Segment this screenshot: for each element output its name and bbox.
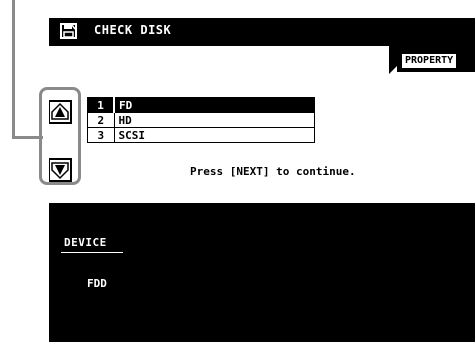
device-row-fd[interactable]: 1 FD xyxy=(87,97,315,113)
callout-highlight xyxy=(39,87,81,185)
device-number: 1 xyxy=(87,97,115,113)
lcd-screen: CHECK DISK PROPERTY 1 FD 2 HD 3 SCSI Pre… xyxy=(49,18,475,342)
device-name: SCSI xyxy=(113,127,315,143)
device-name: FD xyxy=(113,97,315,113)
device-number: 3 xyxy=(87,127,115,143)
device-name: HD xyxy=(113,112,315,128)
device-value: FDD xyxy=(87,277,107,290)
triangle-right-icon xyxy=(468,54,475,66)
device-label: DEVICE xyxy=(61,236,123,253)
tab-property[interactable]: PROPERTY xyxy=(400,52,459,70)
device-number: 2 xyxy=(87,112,115,128)
continue-hint: Press [NEXT] to continue. xyxy=(190,165,356,178)
disk-icon xyxy=(60,23,77,39)
callout-line-vertical xyxy=(12,0,15,139)
title-bar: CHECK DISK xyxy=(49,18,475,44)
screen-title: CHECK DISK xyxy=(94,23,172,37)
device-row-scsi[interactable]: 3 SCSI xyxy=(87,127,315,143)
device-list: 1 FD 2 HD 3 SCSI xyxy=(87,97,315,143)
property-panel xyxy=(397,72,475,203)
device-row-hd[interactable]: 2 HD xyxy=(87,112,315,128)
